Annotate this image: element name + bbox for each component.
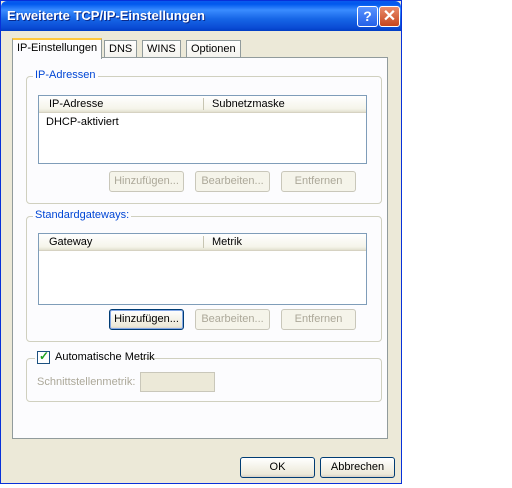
gateways-group: Standardgateways: Gateway Metrik Hinzufü… xyxy=(26,209,382,342)
title-bar[interactable]: Erweiterte TCP/IP-Einstellungen ? ✕ xyxy=(1,1,401,31)
help-button[interactable]: ? xyxy=(357,6,378,27)
interface-metric-field[interactable] xyxy=(140,372,215,392)
dialog-window: Erweiterte TCP/IP-Einstellungen ? ✕ IP-E… xyxy=(0,0,402,484)
ip-add-button[interactable]: Hinzufügen... xyxy=(109,171,184,192)
close-button[interactable]: ✕ xyxy=(379,6,400,27)
ip-addresses-legend: IP-Adressen xyxy=(33,69,98,81)
tab-panel-ip-settings: IP-Adressen IP-Adresse Subnetzmaske DHCP… xyxy=(12,57,388,439)
ok-button[interactable]: OK xyxy=(240,457,315,478)
column-header-metric[interactable]: Metrik xyxy=(212,235,242,249)
tab-ip-settings[interactable]: IP-Einstellungen xyxy=(12,38,103,59)
column-separator[interactable] xyxy=(203,236,204,248)
ip-row-address: DHCP-aktiviert xyxy=(46,116,119,128)
list-item[interactable]: DHCP-aktiviert xyxy=(46,116,119,128)
column-separator[interactable] xyxy=(203,98,204,110)
ip-addresses-group: IP-Adressen IP-Adresse Subnetzmaske DHCP… xyxy=(26,69,382,204)
gateway-add-button[interactable]: Hinzufügen... xyxy=(109,309,184,330)
gateway-list[interactable]: Gateway Metrik xyxy=(38,233,367,305)
gateways-legend: Standardgateways: xyxy=(33,209,132,221)
gateway-list-header: Gateway Metrik xyxy=(39,234,366,251)
metric-group: ✓ Automatische Metrik Schnittstellenmetr… xyxy=(26,349,382,402)
interface-metric-label: Schnittstellenmetrik: xyxy=(37,376,136,388)
auto-metric-checkbox[interactable]: ✓ xyxy=(37,349,50,364)
window-title: Erweiterte TCP/IP-Einstellungen xyxy=(7,8,205,23)
auto-metric-option[interactable]: ✓ Automatische Metrik xyxy=(35,349,155,365)
gateway-edit-button[interactable]: Bearbeiten... xyxy=(195,309,270,330)
ip-address-list[interactable]: IP-Adresse Subnetzmaske DHCP-aktiviert xyxy=(38,95,367,164)
gateway-remove-button[interactable]: Entfernen xyxy=(281,309,356,330)
tab-wins[interactable]: WINS xyxy=(142,40,181,57)
ip-edit-button[interactable]: Bearbeiten... xyxy=(195,171,270,192)
checkmark-icon: ✓ xyxy=(39,349,50,363)
ip-remove-button[interactable]: Entfernen xyxy=(281,171,356,192)
tab-options[interactable]: Optionen xyxy=(186,40,241,57)
column-header-gateway[interactable]: Gateway xyxy=(49,235,92,249)
column-header-ip-address[interactable]: IP-Adresse xyxy=(49,97,103,111)
cancel-button[interactable]: Abbrechen xyxy=(320,457,395,478)
auto-metric-label: Automatische Metrik xyxy=(55,351,155,363)
ip-list-header: IP-Adresse Subnetzmaske xyxy=(39,96,366,113)
column-header-subnet-mask[interactable]: Subnetzmaske xyxy=(212,97,285,111)
tab-dns[interactable]: DNS xyxy=(104,40,138,57)
